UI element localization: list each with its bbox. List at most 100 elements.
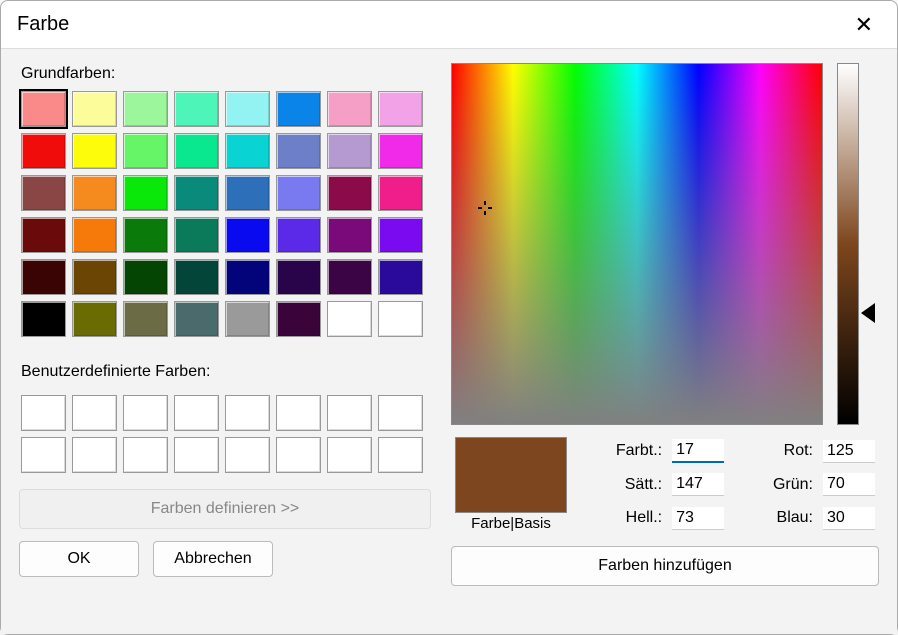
sat-input[interactable] [672, 473, 724, 496]
basic-swatch[interactable] [21, 259, 66, 295]
basic-swatch[interactable] [21, 91, 66, 127]
custom-swatch[interactable] [225, 395, 270, 431]
luminance-column [837, 63, 877, 425]
basic-swatch[interactable] [123, 175, 168, 211]
basic-swatch[interactable] [21, 175, 66, 211]
basic-swatch[interactable] [174, 133, 219, 169]
basic-swatch[interactable] [174, 175, 219, 211]
basic-swatch[interactable] [72, 217, 117, 253]
basic-colors-grid [19, 89, 431, 339]
luminance-arrow-icon[interactable] [861, 303, 875, 323]
custom-swatch[interactable] [72, 437, 117, 473]
basic-swatch[interactable] [72, 133, 117, 169]
lum-label: Hell.: [581, 509, 662, 527]
custom-swatch[interactable] [378, 437, 423, 473]
custom-colors-label: Benutzerdefinierte Farben: [21, 363, 431, 381]
color-preview [455, 437, 567, 513]
basic-swatch[interactable] [276, 301, 321, 337]
basic-swatch[interactable] [378, 91, 423, 127]
left-panel: Grundfarben: Benutzerdefinierte Farben: … [19, 63, 431, 620]
hue-label: Farbt.: [581, 442, 662, 460]
custom-swatch[interactable] [327, 437, 372, 473]
basic-swatch[interactable] [174, 91, 219, 127]
basic-swatch[interactable] [225, 301, 270, 337]
basic-swatch[interactable] [72, 175, 117, 211]
basic-swatch[interactable] [327, 259, 372, 295]
preview-label: Farbe|Basis [471, 515, 551, 532]
window-title: Farbe [17, 13, 847, 36]
basic-swatch[interactable] [174, 217, 219, 253]
basic-swatch[interactable] [225, 91, 270, 127]
lum-input[interactable] [672, 507, 724, 530]
define-colors-button[interactable]: Farben definieren >> [19, 489, 431, 529]
custom-swatch[interactable] [21, 395, 66, 431]
blue-label: Blau: [738, 509, 813, 527]
basic-swatch[interactable] [327, 175, 372, 211]
basic-swatch[interactable] [378, 301, 423, 337]
custom-swatch[interactable] [123, 437, 168, 473]
custom-swatch[interactable] [174, 437, 219, 473]
dialog-body: Grundfarben: Benutzerdefinierte Farben: … [1, 49, 897, 634]
basic-colors-label: Grundfarben: [21, 65, 431, 83]
custom-swatch[interactable] [21, 437, 66, 473]
basic-swatch[interactable] [174, 259, 219, 295]
basic-swatch[interactable] [123, 133, 168, 169]
custom-swatch[interactable] [123, 395, 168, 431]
basic-swatch[interactable] [174, 301, 219, 337]
value-fields: Farbt.: Rot: Sätt.: Grün: Hell.: Blau: [581, 437, 879, 532]
basic-swatch[interactable] [123, 217, 168, 253]
basic-swatch[interactable] [225, 217, 270, 253]
basic-swatch[interactable] [276, 217, 321, 253]
basic-swatch[interactable] [276, 91, 321, 127]
basic-swatch[interactable] [327, 91, 372, 127]
red-input[interactable] [823, 440, 875, 463]
custom-swatch[interactable] [174, 395, 219, 431]
dialog-buttons: OK Abbrechen [19, 541, 431, 577]
blue-input[interactable] [823, 507, 875, 530]
basic-swatch[interactable] [21, 217, 66, 253]
basic-swatch[interactable] [123, 91, 168, 127]
hue-sat-field[interactable] [451, 63, 823, 425]
preview-column: Farbe|Basis [451, 437, 571, 532]
custom-swatch[interactable] [327, 395, 372, 431]
cancel-button[interactable]: Abbrechen [153, 541, 273, 577]
basic-swatch[interactable] [327, 217, 372, 253]
green-label: Grün: [738, 476, 813, 494]
basic-swatch[interactable] [123, 259, 168, 295]
basic-swatch[interactable] [327, 301, 372, 337]
color-dialog: Farbe ✕ Grundfarben: Benutzerdefinierte … [0, 0, 898, 635]
basic-swatch[interactable] [276, 259, 321, 295]
custom-swatch[interactable] [378, 395, 423, 431]
basic-swatch[interactable] [378, 259, 423, 295]
custom-swatch[interactable] [276, 437, 321, 473]
titlebar: Farbe ✕ [1, 1, 897, 49]
basic-swatch[interactable] [72, 91, 117, 127]
custom-colors-grid [19, 393, 431, 475]
ok-button[interactable]: OK [19, 541, 139, 577]
basic-swatch[interactable] [225, 133, 270, 169]
close-icon[interactable]: ✕ [847, 8, 881, 42]
basic-swatch[interactable] [225, 259, 270, 295]
custom-swatch[interactable] [225, 437, 270, 473]
luminance-bar[interactable] [837, 63, 859, 425]
basic-swatch[interactable] [378, 175, 423, 211]
custom-swatch[interactable] [276, 395, 321, 431]
basic-swatch[interactable] [327, 133, 372, 169]
basic-swatch[interactable] [276, 175, 321, 211]
right-panel: Farbe|Basis Farbt.: Rot: Sätt.: Grün: He… [451, 63, 879, 620]
basic-swatch[interactable] [72, 301, 117, 337]
basic-swatch[interactable] [378, 133, 423, 169]
sat-label: Sätt.: [581, 476, 662, 494]
basic-swatch[interactable] [72, 259, 117, 295]
crosshair-icon [478, 201, 492, 215]
basic-swatch[interactable] [21, 133, 66, 169]
basic-swatch[interactable] [123, 301, 168, 337]
basic-swatch[interactable] [225, 175, 270, 211]
add-color-button[interactable]: Farben hinzufügen [451, 546, 879, 586]
basic-swatch[interactable] [21, 301, 66, 337]
hue-input[interactable] [672, 439, 724, 463]
custom-swatch[interactable] [72, 395, 117, 431]
green-input[interactable] [823, 473, 875, 496]
basic-swatch[interactable] [276, 133, 321, 169]
basic-swatch[interactable] [378, 217, 423, 253]
